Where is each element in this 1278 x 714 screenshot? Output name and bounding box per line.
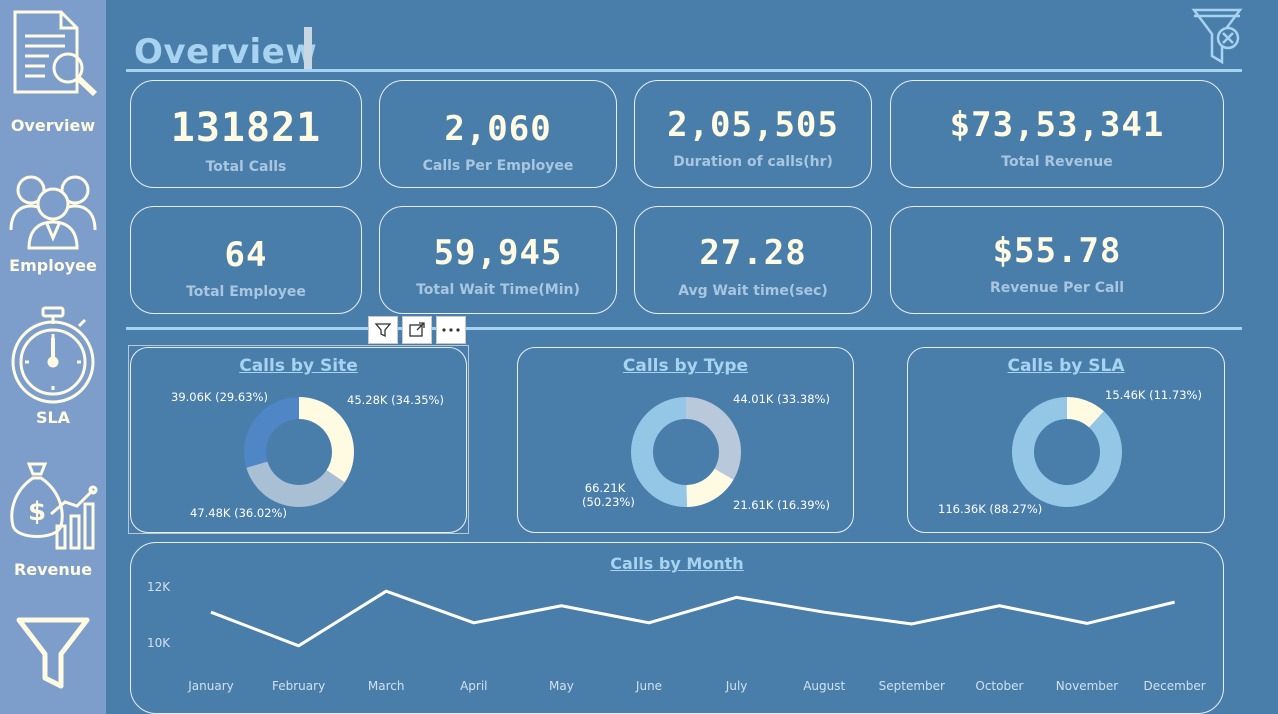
x-tick-label: November (1056, 679, 1118, 693)
more-options-button[interactable] (436, 316, 466, 344)
donut-slice-1[interactable] (1012, 397, 1122, 507)
kpi-label: Total Wait Time(Min) (416, 282, 580, 298)
focus-mode-icon (409, 322, 425, 337)
kpi-label: Duration of calls(hr) (673, 154, 833, 170)
nav-overview[interactable]: Overview (0, 6, 106, 135)
kpi-card-revenue-per-call: $55.78 Revenue Per Call (890, 206, 1224, 314)
kpi-value: 2,060 (444, 109, 552, 149)
kpi-label: Total Revenue (1001, 154, 1113, 170)
sidebar: Overview Employee SLA $ Revenue (0, 0, 106, 714)
focus-mode-button[interactable] (402, 316, 432, 344)
data-label: 44.01K (33.38%) (733, 392, 830, 406)
data-label: 39.06K (29.63%) (171, 390, 268, 404)
x-tick-label: June (635, 679, 662, 693)
donut-slice-0[interactable] (299, 397, 354, 483)
data-label: 116.36K (88.27%) (938, 502, 1043, 516)
data-label: 15.46K (11.73%) (1105, 388, 1202, 402)
text-cursor (304, 27, 312, 71)
nav-employee[interactable]: Employee (0, 166, 106, 275)
page-title: Overview (134, 32, 318, 72)
kpi-label: Avg Wait time(sec) (678, 283, 828, 299)
nav-overview-label: Overview (10, 116, 96, 135)
x-tick-label: August (803, 679, 845, 693)
header-divider (126, 69, 1242, 72)
kpi-label: Revenue Per Call (989, 280, 1125, 296)
visual-toolbar (368, 316, 466, 344)
chart-calls-by-sla[interactable]: Calls by SLA 15.46K (11.73%) 116.36K (88… (907, 347, 1225, 533)
kpi-value: $55.78 (992, 231, 1122, 271)
donut-slice-2[interactable] (244, 397, 299, 468)
x-tick-label: October (975, 679, 1023, 693)
stopwatch-icon (11, 306, 95, 404)
donut-slice-0[interactable] (686, 397, 741, 480)
x-tick-label: May (549, 679, 574, 693)
kpi-card-duration: 2,05,505 Duration of calls(hr) (634, 80, 872, 188)
nav-filter[interactable] (0, 614, 106, 690)
line-chart-plot: 12K 10K January February March April May June Ju… (147, 580, 1206, 693)
x-tick-label: July (725, 679, 748, 693)
data-label: 47.48K (36.02%) (190, 506, 287, 520)
kpi-value: 131821 (170, 105, 322, 151)
chart-calls-by-type[interactable]: Calls by Type 44.01K (33.38%) 21.61K (16… (517, 347, 854, 533)
x-tick-label: March (368, 679, 405, 693)
nav-sla-label: SLA (35, 408, 71, 427)
nav-employee-label: Employee (9, 256, 97, 275)
svg-text:$: $ (28, 497, 46, 527)
kpi-divider (126, 327, 1242, 330)
series-line[interactable] (210, 589, 1175, 648)
document-magnifier-icon (13, 10, 98, 97)
kpi-value: 27.28 (699, 233, 807, 273)
kpi-label: Total Calls (205, 159, 287, 175)
x-tick-label: September (879, 679, 945, 693)
donut-site (244, 397, 354, 507)
data-label: 66.21K (50.23%) (582, 481, 635, 509)
clear-filters-button[interactable] (1190, 6, 1246, 70)
kpi-value: 59,945 (433, 233, 563, 273)
kpi-card-total-employee: 64 Total Employee (130, 206, 362, 314)
chart-calls-by-site[interactable]: Calls by Site 45.28K (34.35%) 47.48K (36… (130, 347, 467, 533)
kpi-label: Total Employee (186, 284, 306, 300)
nav-revenue-label: Revenue (13, 560, 93, 579)
more-options-icon (442, 328, 460, 332)
filter-icon (374, 323, 392, 338)
kpi-value: 64 (224, 235, 268, 275)
y-tick-label: 10K (147, 636, 171, 650)
nav-sla[interactable]: SLA (0, 306, 106, 427)
kpi-value: $73,53,341 (949, 105, 1165, 145)
nav-revenue[interactable]: $ Revenue (0, 460, 106, 579)
filter-funnel-icon (16, 617, 90, 689)
x-tick-label: December (1143, 679, 1205, 693)
kpi-value: 2,05,505 (667, 105, 839, 145)
x-tick-label: April (460, 679, 487, 693)
chart-calls-by-month[interactable]: Calls by Month 12K 10K January February Marc… (130, 542, 1224, 714)
y-tick-label: 12K (147, 580, 171, 594)
visual-filter-button[interactable] (368, 316, 398, 344)
kpi-card-avg-wait-time: 27.28 Avg Wait time(sec) (634, 206, 872, 314)
donut-slice-2[interactable] (630, 397, 687, 507)
clear-filter-icon (1191, 8, 1243, 65)
data-label: 21.61K (16.39%) (733, 498, 830, 512)
money-bag-chart-icon: $ (10, 462, 98, 550)
x-tick-label: January (187, 679, 234, 693)
kpi-card-total-revenue: $73,53,341 Total Revenue (890, 80, 1224, 188)
kpi-card-total-wait-time: 59,945 Total Wait Time(Min) (379, 206, 617, 314)
x-tick-label: February (272, 679, 325, 693)
data-label: 45.28K (34.35%) (347, 393, 444, 407)
kpi-label: Calls Per Employee (422, 158, 574, 174)
kpi-card-total-calls: 131821 Total Calls (130, 80, 362, 188)
people-group-icon (9, 175, 97, 250)
kpi-card-calls-per-employee: 2,060 Calls Per Employee (379, 80, 617, 188)
